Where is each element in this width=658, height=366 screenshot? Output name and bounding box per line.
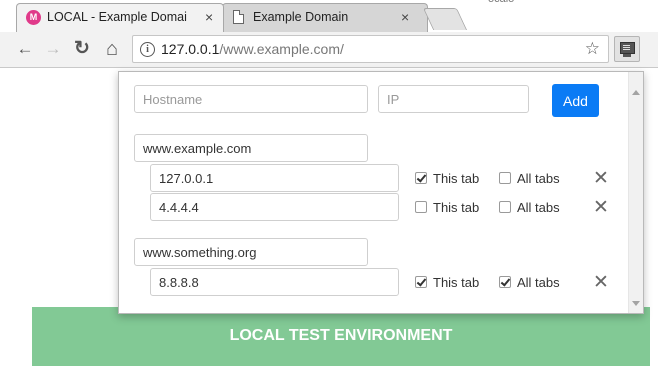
all-tabs-label: All tabs — [517, 171, 560, 186]
popup-scrollbar[interactable] — [628, 72, 643, 313]
close-tab-icon[interactable]: × — [205, 9, 213, 25]
add-button[interactable]: Add — [552, 84, 599, 117]
scroll-up-icon[interactable] — [632, 90, 640, 95]
url-text[interactable]: 127.0.0.1/www.example.com/ — [161, 41, 344, 57]
bookmark-star-icon[interactable]: ☆ — [585, 39, 600, 59]
hostname-input[interactable] — [134, 85, 368, 113]
tab-example-domain[interactable]: Example Domain × — [222, 3, 428, 32]
entry-ip-field[interactable] — [150, 164, 399, 192]
tab-local-example-domain[interactable]: M LOCAL - Example Domai × — [16, 3, 224, 32]
url-path: /www.example.com/ — [219, 41, 344, 57]
reload-icon[interactable]: ↻ — [73, 39, 91, 58]
this-tab-checkbox[interactable] — [415, 201, 427, 213]
tab-strip: M LOCAL - Example Domai × Example Domain… — [0, 0, 658, 34]
this-tab-checkbox[interactable] — [415, 276, 427, 288]
group-hostname-field[interactable] — [134, 238, 368, 266]
delete-icon[interactable]: ✕ — [593, 169, 609, 188]
forward-icon[interactable]: → — [44, 40, 62, 58]
this-tab-label: This tab — [433, 200, 480, 215]
all-tabs-label: All tabs — [517, 200, 560, 215]
tab-title: LOCAL - Example Domai — [47, 10, 187, 24]
environment-banner: LOCAL TEST ENVIRONMENT — [32, 307, 650, 366]
group-hostname-field[interactable] — [134, 134, 368, 162]
this-tab-label: This tab — [433, 171, 480, 186]
monitor-icon — [620, 42, 635, 54]
all-tabs-checkbox[interactable] — [499, 276, 511, 288]
new-tab-button[interactable] — [422, 8, 468, 30]
browser-toolbar: ← → ↻ ⌂ i 127.0.0.1/www.example.com/ ☆ — [0, 32, 658, 68]
page-icon — [233, 10, 244, 24]
entry-ip-field[interactable] — [150, 193, 399, 221]
address-bar[interactable]: i 127.0.0.1/www.example.com/ ☆ — [132, 35, 609, 63]
all-tabs-checkbox[interactable] — [499, 172, 511, 184]
scroll-down-icon[interactable] — [632, 301, 640, 306]
delete-icon[interactable]: ✕ — [593, 198, 609, 217]
extension-button[interactable] — [614, 36, 640, 62]
this-tab-label: This tab — [433, 275, 480, 290]
this-tab-checkbox[interactable] — [415, 172, 427, 184]
home-icon[interactable]: ⌂ — [103, 39, 121, 59]
delete-icon[interactable]: ✕ — [593, 273, 609, 292]
local-favicon-icon: M — [26, 10, 41, 25]
info-icon[interactable]: i — [140, 42, 155, 57]
close-tab-icon[interactable]: × — [401, 9, 409, 25]
back-icon[interactable]: ← — [16, 40, 34, 58]
entry-ip-field[interactable] — [150, 268, 399, 296]
partial-text: ocalo — [488, 0, 514, 5]
all-tabs-label: All tabs — [517, 275, 560, 290]
url-host: 127.0.0.1 — [161, 41, 220, 57]
banner-text: LOCAL TEST ENVIRONMENT — [229, 327, 453, 344]
ip-input[interactable] — [378, 85, 529, 113]
tab-title: Example Domain — [253, 10, 349, 24]
extension-popup: Add This tab All tabs ✕ This tab All tab… — [118, 71, 644, 314]
all-tabs-checkbox[interactable] — [499, 201, 511, 213]
